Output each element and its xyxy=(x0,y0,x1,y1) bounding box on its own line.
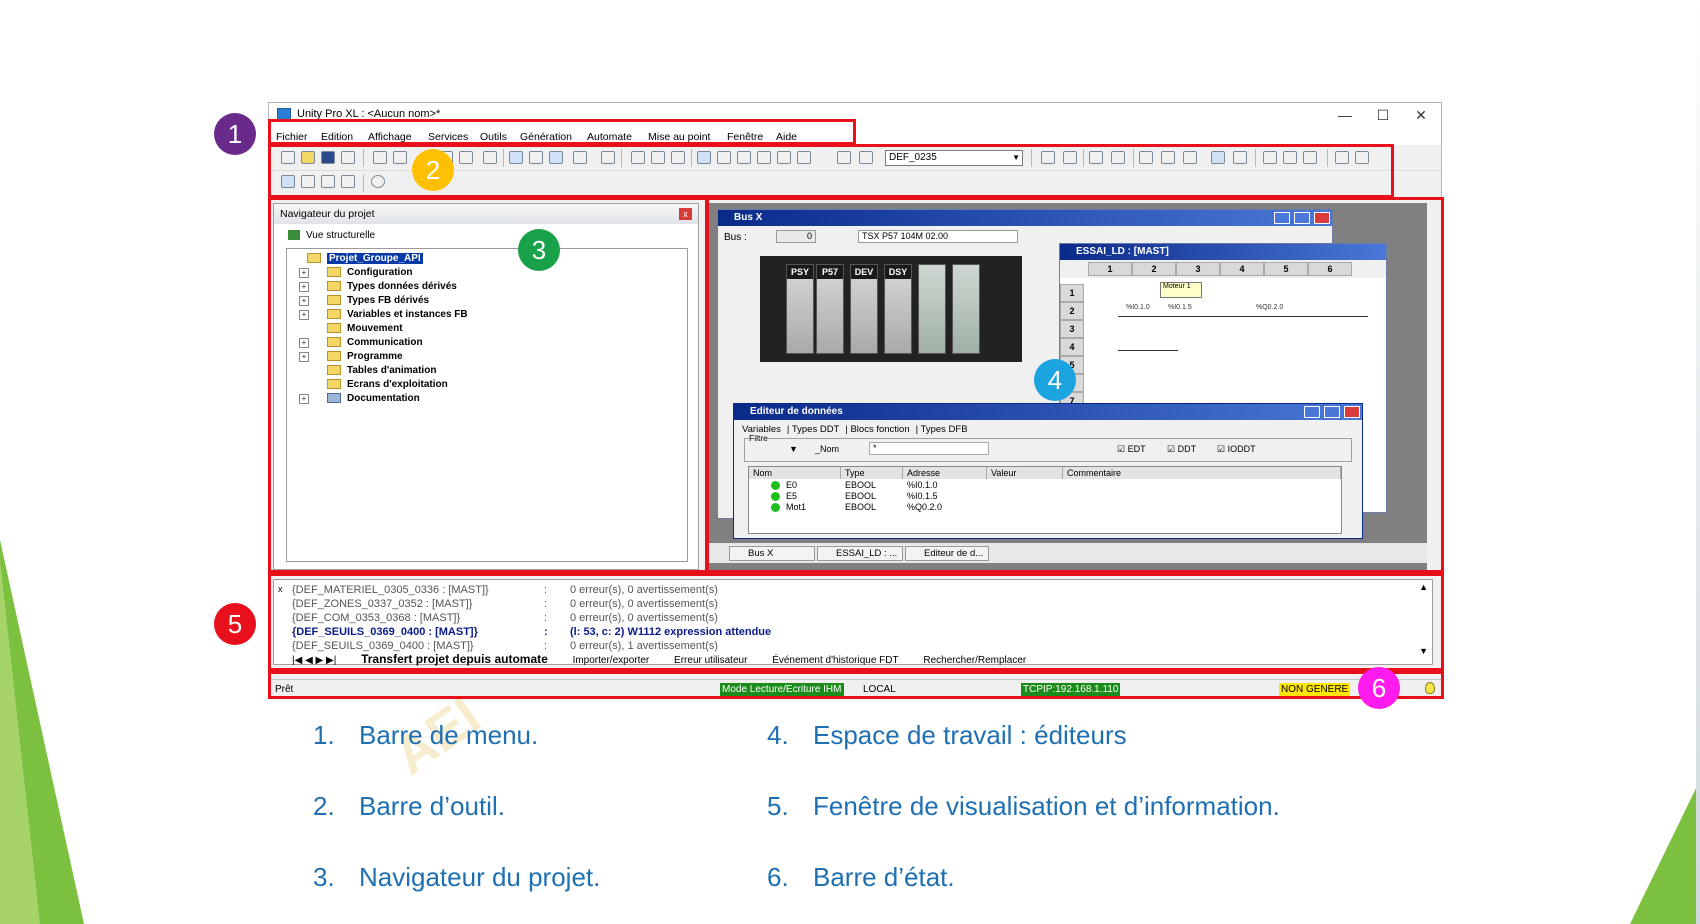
legend-number: 3. xyxy=(313,862,335,892)
slide-decoration-left-inner xyxy=(0,560,40,924)
legend-item-5: 5. Fenêtre de visualisation et d’informat… xyxy=(767,791,1280,822)
badge-4: 4 xyxy=(1034,359,1076,401)
legend-number: 2. xyxy=(313,791,335,821)
slide-decoration-right xyxy=(1630,780,1700,924)
badge-6: 6 xyxy=(1358,667,1400,709)
frame-menu-bar xyxy=(268,119,856,145)
badge-1: 1 xyxy=(214,113,256,155)
maximize-button[interactable]: ☐ xyxy=(1365,105,1401,125)
legend-text: Barre d’état. xyxy=(813,862,955,892)
frame-navigator xyxy=(268,197,708,573)
badge-5: 5 xyxy=(214,603,256,645)
close-button[interactable]: ✕ xyxy=(1403,105,1439,125)
legend-item-2: 2. Barre d’outil. xyxy=(313,791,505,822)
frame-output xyxy=(268,573,1444,671)
slide-edge xyxy=(1696,0,1700,924)
legend-item-3: 3. Navigateur du projet. xyxy=(313,862,600,893)
legend-text: Barre d’outil. xyxy=(359,791,505,821)
legend-text: Navigateur du projet. xyxy=(359,862,601,892)
legend-text: Espace de travail : éditeurs xyxy=(813,720,1127,750)
minimize-button[interactable]: — xyxy=(1327,105,1363,125)
badge-3: 3 xyxy=(518,229,560,271)
legend-text: Fenêtre de visualisation et d’informatio… xyxy=(813,791,1280,821)
legend-text: Barre de menu. xyxy=(359,720,539,750)
legend-item-1: 1. Barre de menu. xyxy=(313,720,538,751)
legend-number: 6. xyxy=(767,862,789,892)
frame-status-bar xyxy=(268,671,1444,699)
legend-number: 1. xyxy=(313,720,335,750)
badge-2: 2 xyxy=(412,149,454,191)
legend-number: 4. xyxy=(767,720,789,750)
legend-item-4: 4. Espace de travail : éditeurs xyxy=(767,720,1127,751)
legend-number: 5. xyxy=(767,791,789,821)
legend-item-6: 6. Barre d’état. xyxy=(767,862,955,893)
